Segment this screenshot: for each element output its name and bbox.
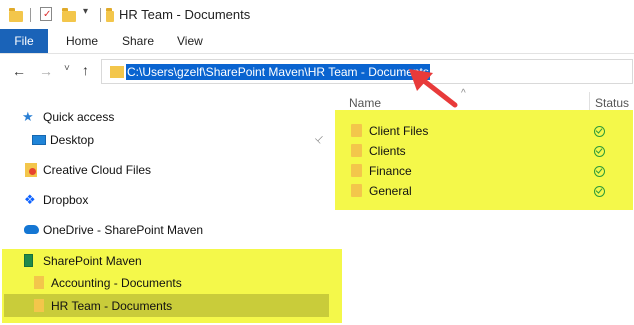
- window-folder-icon: [106, 8, 114, 22]
- folder-icon: [351, 184, 362, 197]
- tab-view[interactable]: View: [177, 29, 203, 53]
- sort-indicator-icon: ^: [461, 88, 466, 99]
- sync-status-icon: [594, 166, 605, 177]
- folder-icon: [9, 8, 23, 22]
- annotation-arrow-icon: [409, 69, 458, 108]
- file-name: Clients: [369, 144, 406, 158]
- separator: [30, 8, 31, 22]
- column-name-header[interactable]: Name: [349, 96, 381, 110]
- sync-status-icon: [594, 146, 605, 157]
- file-name: General: [369, 184, 412, 198]
- sidebar-item-label: OneDrive - SharePoint Maven: [43, 223, 204, 237]
- sidebar-item-label: Desktop: [50, 133, 95, 147]
- sidebar-item-label: Accounting - Documents: [51, 276, 182, 290]
- sync-status-icon: [594, 186, 605, 197]
- star-icon: ★: [22, 109, 34, 124]
- folder-icon: [351, 144, 362, 157]
- tab-home[interactable]: Home: [66, 29, 98, 53]
- column-divider[interactable]: [589, 92, 590, 110]
- sidebar-item-label: SharePoint Maven: [43, 254, 142, 268]
- column-status-header[interactable]: Status: [595, 96, 629, 110]
- address-path[interactable]: C:\Users\gzelf\SharePoint Maven\HR Team …: [126, 64, 430, 80]
- customize-toolbar-icon[interactable]: ▾: [83, 6, 88, 17]
- folder-icon: [34, 276, 44, 289]
- sidebar-item-label: HR Team - Documents: [51, 299, 173, 313]
- folder-icon: [34, 299, 44, 312]
- new-folder-icon[interactable]: [62, 8, 76, 22]
- address-bar[interactable]: C:\Users\gzelf\SharePoint Maven\HR Team …: [101, 59, 633, 84]
- window-title: HR Team - Documents: [119, 7, 251, 22]
- sidebar-item-label: Quick access: [43, 110, 115, 124]
- dropbox-icon: ❖: [24, 192, 36, 207]
- forward-arrow-icon[interactable]: →: [39, 63, 53, 79]
- building-icon: [24, 254, 33, 267]
- folder-icon: [351, 124, 362, 137]
- up-arrow-icon[interactable]: ↑: [82, 62, 89, 78]
- sidebar-item-label: Dropbox: [43, 193, 89, 207]
- recent-locations-icon[interactable]: ˅: [64, 63, 70, 74]
- folder-icon: [110, 66, 124, 78]
- file-name: Finance: [369, 164, 412, 178]
- title-bar: ✓ ▾ HR Team - Documents: [0, 0, 634, 29]
- cloud-icon: [24, 225, 39, 234]
- folder-icon: [351, 164, 362, 177]
- pin-icon[interactable]: ⊥: [312, 133, 326, 147]
- file-name: Client Files: [369, 124, 429, 138]
- desktop-icon: [32, 135, 46, 145]
- separator: [100, 8, 101, 22]
- creative-cloud-icon: [25, 163, 37, 177]
- back-arrow-icon[interactable]: ←: [12, 63, 26, 79]
- sync-status-icon: [594, 126, 605, 137]
- ribbon: File Home Share View: [0, 29, 634, 54]
- sidebar-item-label: Creative Cloud Files: [43, 163, 152, 177]
- tab-share[interactable]: Share: [122, 29, 154, 53]
- properties-icon[interactable]: ✓: [40, 7, 52, 21]
- tab-file[interactable]: File: [0, 29, 48, 53]
